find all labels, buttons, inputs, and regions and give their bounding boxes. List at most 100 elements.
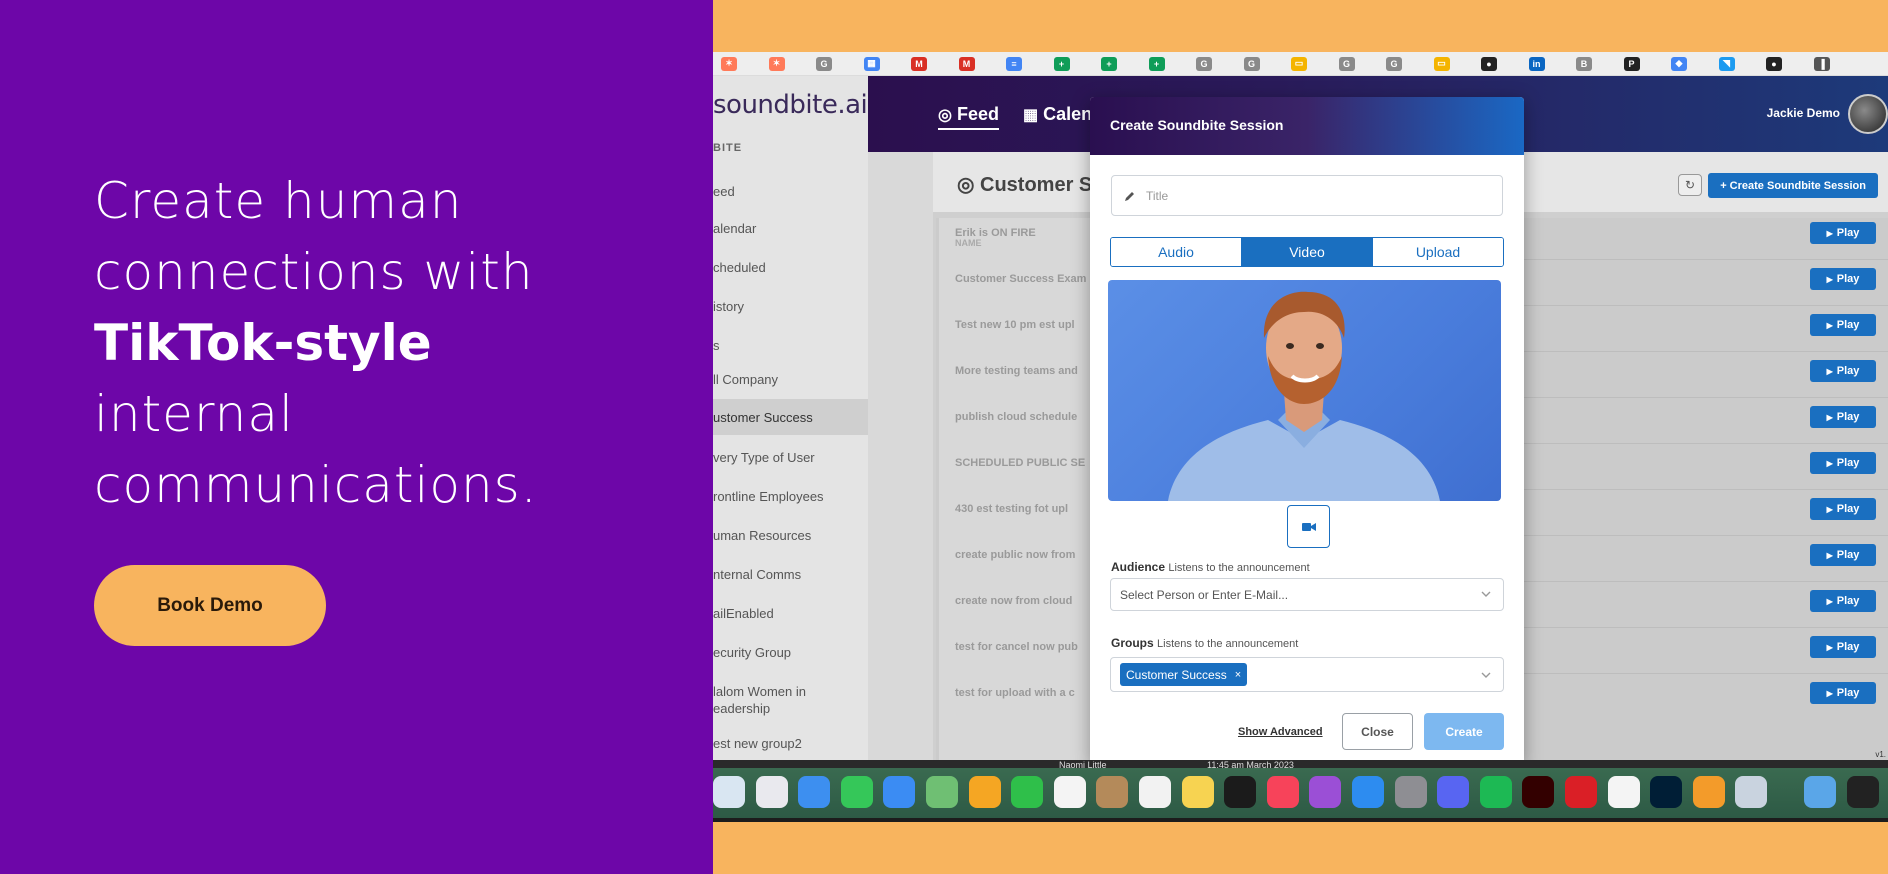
play-button[interactable]: ▶ Play [1810, 498, 1876, 520]
play-button[interactable]: ▶ Play [1810, 544, 1876, 566]
system-settings-icon[interactable] [1394, 776, 1427, 808]
hubspot-icon[interactable]: ✶ [768, 56, 785, 71]
preview-icon[interactable] [1735, 776, 1768, 808]
photos-icon[interactable] [968, 776, 1001, 808]
slides-icon[interactable]: ▭ [1291, 56, 1307, 71]
calendar-icon[interactable]: ▦ [863, 56, 880, 71]
sidebar-item[interactable]: eed [713, 184, 868, 199]
sidebar-item[interactable]: ailEnabled [713, 606, 868, 621]
title-field[interactable] [1111, 175, 1503, 216]
screenshot-icon[interactable] [1846, 776, 1879, 808]
session-row-title[interactable]: 430 est testing fot upl [955, 503, 1068, 515]
play-button[interactable]: ▶ Play [1810, 590, 1876, 612]
play-button[interactable]: ▶ Play [1810, 682, 1876, 704]
mail-icon[interactable] [883, 776, 916, 808]
linkedin-icon[interactable]: in [1528, 56, 1545, 71]
close-button[interactable]: Close [1342, 713, 1413, 750]
avatar[interactable] [1848, 94, 1888, 134]
chrome-icon[interactable] [1607, 776, 1640, 808]
generic-g-icon[interactable]: G [1338, 56, 1355, 71]
session-row-title[interactable]: Test new 10 pm est upl [955, 319, 1075, 331]
record-video-button[interactable] [1287, 505, 1330, 548]
play-button[interactable]: ▶ Play [1810, 314, 1876, 336]
gmail-icon[interactable]: M [958, 56, 975, 71]
contacts-icon[interactable] [1096, 776, 1129, 808]
sidebar-item[interactable]: very Type of User [713, 450, 868, 465]
generic-g-icon[interactable]: G [1243, 56, 1260, 71]
create-button[interactable]: Create [1424, 713, 1504, 750]
maps-icon[interactable] [926, 776, 958, 808]
sheets-icon[interactable]: + [1101, 56, 1117, 71]
discord-icon[interactable] [1437, 776, 1470, 808]
sidebar-item[interactable]: cheduled [713, 260, 868, 275]
sidebar-item[interactable]: nternal Comms [713, 567, 868, 582]
github-icon[interactable]: ● [1481, 56, 1497, 71]
book-demo-button[interactable]: Book Demo [94, 565, 326, 646]
play-button[interactable]: ▶ Play [1810, 360, 1876, 382]
sheets-icon[interactable]: + [1053, 56, 1070, 71]
hubspot-icon[interactable]: ✶ [721, 56, 737, 71]
tab-audio[interactable]: Audio [1111, 238, 1242, 266]
creative-cloud-icon[interactable] [1565, 776, 1597, 808]
tab-video[interactable]: Video [1242, 238, 1373, 266]
audience-select[interactable]: Select Person or Enter E-Mail... [1110, 578, 1504, 611]
play-button[interactable]: ▶ Play [1810, 222, 1876, 244]
session-row-title[interactable]: create now from cloud [955, 595, 1072, 607]
user-name[interactable]: Jackie Demo [1767, 106, 1840, 120]
gmail-icon[interactable]: M [911, 56, 927, 71]
show-advanced-link[interactable]: Show Advanced [1238, 726, 1323, 738]
sidebar-item[interactable]: eadership [713, 701, 868, 716]
create-session-button[interactable]: + Create Soundbite Session [1708, 173, 1878, 198]
sidebar-item[interactable]: lalom Women in [713, 684, 868, 699]
notes-icon[interactable] [1181, 776, 1214, 808]
play-button[interactable]: ▶ Play [1810, 268, 1876, 290]
groups-select[interactable]: Customer Success × [1110, 657, 1504, 692]
spotify-icon[interactable] [1479, 776, 1512, 808]
play-button[interactable]: ▶ Play [1810, 452, 1876, 474]
sidebar-item[interactable]: alendar [713, 221, 868, 236]
pages-icon[interactable] [1692, 776, 1725, 808]
p-icon[interactable]: P [1623, 56, 1640, 71]
music-icon[interactable] [1266, 776, 1299, 808]
sidebar-item[interactable]: rontline Employees [713, 489, 868, 504]
play-button[interactable]: ▶ Play [1810, 406, 1876, 428]
sidebar-item[interactable]: uman Resources [713, 528, 868, 543]
illustrator-icon[interactable] [1522, 776, 1555, 808]
photoshop-icon[interactable] [1650, 776, 1683, 808]
finder-icon[interactable] [713, 776, 745, 808]
session-row-title[interactable]: More testing teams and [955, 365, 1078, 377]
calendar-app-icon[interactable] [1053, 776, 1086, 808]
session-row-title[interactable]: SCHEDULED PUBLIC SE [955, 457, 1085, 469]
session-row-title[interactable]: publish cloud schedule [955, 411, 1077, 423]
generic-g-icon[interactable]: G [816, 56, 832, 71]
sidebar-item[interactable]: ustomer Success [713, 399, 868, 435]
session-row-title[interactable]: Customer Success Exam [955, 273, 1086, 285]
facetime-icon[interactable] [1011, 776, 1044, 808]
nav-tab-feed[interactable]: ◎ Feed [938, 104, 999, 130]
sidebar-item[interactable]: istory [713, 299, 868, 314]
app-store-icon[interactable] [1352, 776, 1384, 808]
session-row-title[interactable]: Erik is ON FIRE [955, 227, 1036, 239]
github-icon[interactable]: ● [1766, 56, 1782, 71]
remove-chip-icon[interactable]: × [1235, 669, 1241, 681]
folder-icon[interactable] [1804, 776, 1836, 808]
bookmark-icon[interactable]: ▐ [1813, 56, 1830, 71]
session-row-title[interactable]: test for cancel now pub [955, 641, 1078, 653]
slides-icon[interactable]: ▭ [1433, 56, 1450, 71]
generic-g-icon[interactable]: G [1196, 56, 1212, 71]
sidebar-item[interactable]: ecurity Group [713, 645, 868, 660]
sheets-icon[interactable]: + [1148, 56, 1165, 71]
play-button[interactable]: ▶ Play [1810, 636, 1876, 658]
tv-icon[interactable] [1224, 776, 1257, 808]
podcasts-icon[interactable] [1309, 776, 1342, 808]
sidebar-item[interactable]: ll Company [713, 372, 868, 387]
title-input[interactable] [1146, 188, 1486, 203]
session-row-title[interactable]: create public now from [955, 549, 1075, 561]
session-row-title[interactable]: test for upload with a c [955, 687, 1075, 699]
docs-icon[interactable]: ≡ [1006, 56, 1022, 71]
messages-icon[interactable] [840, 776, 873, 808]
reminders-icon[interactable] [1139, 776, 1171, 808]
translate-icon[interactable]: ◆ [1671, 56, 1687, 71]
tab-upload[interactable]: Upload [1373, 238, 1503, 266]
safari-icon[interactable] [798, 776, 831, 808]
